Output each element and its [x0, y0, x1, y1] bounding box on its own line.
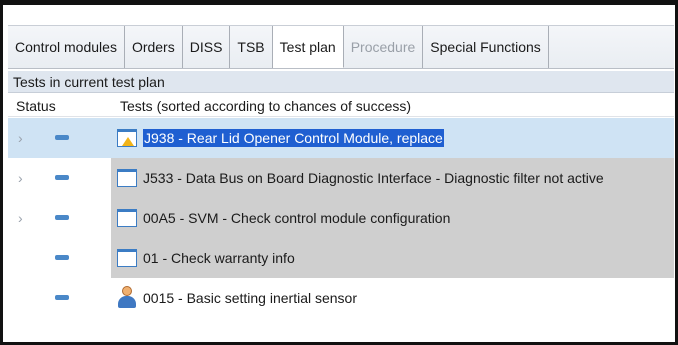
tab-control-modules[interactable]: Control modules [8, 26, 125, 68]
person-icon [117, 286, 137, 310]
expand-chevron-icon[interactable]: › [18, 210, 30, 226]
expand-chevron-icon[interactable]: › [18, 130, 30, 146]
tab-procedure[interactable]: Procedure [344, 26, 424, 68]
person-body [118, 296, 136, 308]
test-label: J938 - Rear Lid Opener Control Module, r… [143, 118, 444, 158]
column-header: Status Tests (sorted according to chance… [8, 95, 674, 117]
status-indicator-icon [55, 135, 69, 140]
warning-icon [122, 137, 134, 146]
test-label: 01 - Check warranty info [143, 250, 295, 266]
test-row-content: 00A5 - SVM - Check control module config… [111, 198, 674, 238]
tab-test-plan[interactable]: Test plan [272, 26, 344, 68]
test-label: 00A5 - SVM - Check control module config… [143, 210, 451, 226]
section-title: Tests in current test plan [8, 71, 674, 93]
test-row[interactable]: › 00A5 - SVM - Check control module conf… [8, 198, 674, 238]
status-indicator-icon [55, 215, 69, 220]
person-head [122, 286, 132, 296]
column-status-header[interactable]: Status [16, 95, 56, 117]
status-indicator-icon [55, 295, 69, 300]
tab-special-functions[interactable]: Special Functions [423, 26, 549, 68]
test-row-content: 01 - Check warranty info [111, 238, 674, 278]
warning-document-icon [117, 129, 137, 147]
tab-orders[interactable]: Orders [125, 26, 183, 68]
test-row[interactable]: 01 - Check warranty info [8, 238, 674, 278]
test-row-content: 0015 - Basic setting inertial sensor [111, 278, 674, 318]
column-tests-header[interactable]: Tests (sorted according to chances of su… [120, 95, 411, 117]
test-label-text: J938 - Rear Lid Opener Control Module, r… [143, 129, 444, 147]
test-row[interactable]: › J938 - Rear Lid Opener Control Module,… [8, 118, 674, 158]
document-icon [117, 209, 137, 227]
test-row[interactable]: › J533 - Data Bus on Board Diagnostic In… [8, 158, 674, 198]
expand-chevron-icon[interactable]: › [18, 170, 30, 186]
test-plan-window: Control modules Orders DISS TSB Test pla… [0, 0, 678, 345]
tab-diss[interactable]: DISS [183, 26, 231, 68]
test-row-content: J533 - Data Bus on Board Diagnostic Inte… [111, 158, 674, 198]
test-list: › J938 - Rear Lid Opener Control Module,… [8, 118, 674, 318]
tab-bar: Control modules Orders DISS TSB Test pla… [8, 25, 674, 69]
test-row-content: J938 - Rear Lid Opener Control Module, r… [111, 118, 674, 158]
test-row[interactable]: 0015 - Basic setting inertial sensor [8, 278, 674, 318]
document-icon [117, 249, 137, 267]
document-icon [117, 169, 137, 187]
test-label: J533 - Data Bus on Board Diagnostic Inte… [143, 170, 604, 186]
test-label: 0015 - Basic setting inertial sensor [143, 290, 357, 306]
tab-tsb[interactable]: TSB [230, 26, 273, 68]
status-indicator-icon [55, 175, 69, 180]
status-indicator-icon [55, 255, 69, 260]
